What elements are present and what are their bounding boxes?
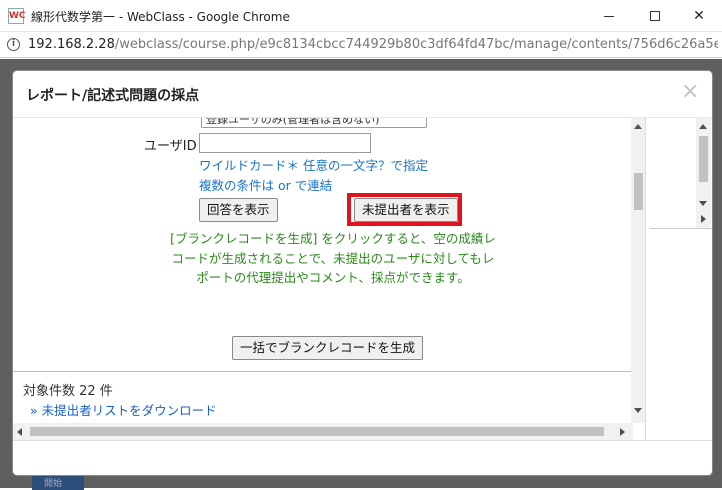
- url-text[interactable]: 192.168.2.28/webclass/course.php/e9c8134…: [28, 37, 718, 52]
- wildcard-hint: ワイルドカード＊ 任意の一文字？で指定: [199, 158, 428, 173]
- vertical-scroll-thumb[interactable]: [634, 173, 643, 210]
- multi-condition-hint: 複数の条件は or で連結: [199, 178, 333, 193]
- webclass-app-icon: WC: [8, 8, 26, 24]
- minimize-icon: [604, 15, 614, 17]
- close-icon: ✕: [693, 8, 705, 24]
- maximize-button[interactable]: [632, 0, 678, 32]
- window-titlebar: WC 線形代数学第一 - WebClass - Google Chrome ✕: [0, 0, 722, 32]
- side-scroll-up-icon[interactable]: [699, 124, 707, 129]
- scroll-down-icon[interactable]: [634, 408, 642, 413]
- user-id-label: ユーザID: [144, 139, 197, 154]
- side-scroll-thumb[interactable]: [699, 136, 708, 182]
- side-scroll-right-icon[interactable]: [701, 215, 706, 223]
- side-scroll-down-icon[interactable]: [699, 201, 707, 206]
- horizontal-scroll-thumb[interactable]: [30, 427, 604, 436]
- vertical-scrollbar[interactable]: [631, 118, 645, 423]
- blank-record-info-text: [ブランクレコードを生成] をクリックすると、空の成績レコードが生成されることで…: [170, 231, 496, 285]
- pane-divider: [13, 371, 645, 372]
- pane-bottom-border: [13, 440, 712, 441]
- generate-blank-records-button[interactable]: 一括でブランクレコードを生成: [232, 336, 424, 360]
- close-window-button[interactable]: ✕: [676, 0, 722, 32]
- minimize-button[interactable]: [586, 0, 632, 32]
- scroll-left-icon[interactable]: [17, 428, 22, 436]
- grading-modal: レポート/記述式問題の採点 × 登録ユーザのみ(管理者は含めない) ユーザID …: [12, 70, 713, 476]
- scroll-up-icon[interactable]: [634, 124, 642, 129]
- address-bar[interactable]: i 192.168.2.28/webclass/course.php/e9c81…: [0, 32, 722, 58]
- show-answers-button[interactable]: 回答を表示: [199, 198, 278, 222]
- target-count: 対象件数 22 件: [23, 384, 113, 399]
- window-title: 線形代数学第一 - WebClass - Google Chrome: [31, 10, 290, 24]
- modal-title: レポート/記述式問題の採点: [26, 88, 200, 104]
- side-vertical-scrollbar[interactable]: [696, 118, 711, 228]
- maximize-icon: [650, 11, 660, 21]
- user-id-input[interactable]: [199, 133, 371, 153]
- info-icon[interactable]: i: [7, 38, 20, 51]
- show-unsubmitted-button[interactable]: 未提出者を表示: [354, 198, 458, 222]
- content-pane: 登録ユーザのみ(管理者は含めない) ユーザID ワイルドカード＊ 任意の一文字？…: [13, 118, 646, 440]
- side-pane: [650, 118, 712, 229]
- url-host: 192.168.2.28: [28, 37, 115, 52]
- scroll-right-icon[interactable]: [620, 428, 625, 436]
- horizontal-scrollbar[interactable]: [13, 423, 633, 440]
- download-unsubmitted-list-link[interactable]: » 未提出者リストをダウンロード: [30, 400, 217, 419]
- modal-close-icon[interactable]: ×: [681, 81, 699, 103]
- url-path: /webclass/course.php/e9c8134cbcc744929b8…: [114, 37, 718, 52]
- user-filter-select[interactable]: 登録ユーザのみ(管理者は含めない): [201, 118, 427, 128]
